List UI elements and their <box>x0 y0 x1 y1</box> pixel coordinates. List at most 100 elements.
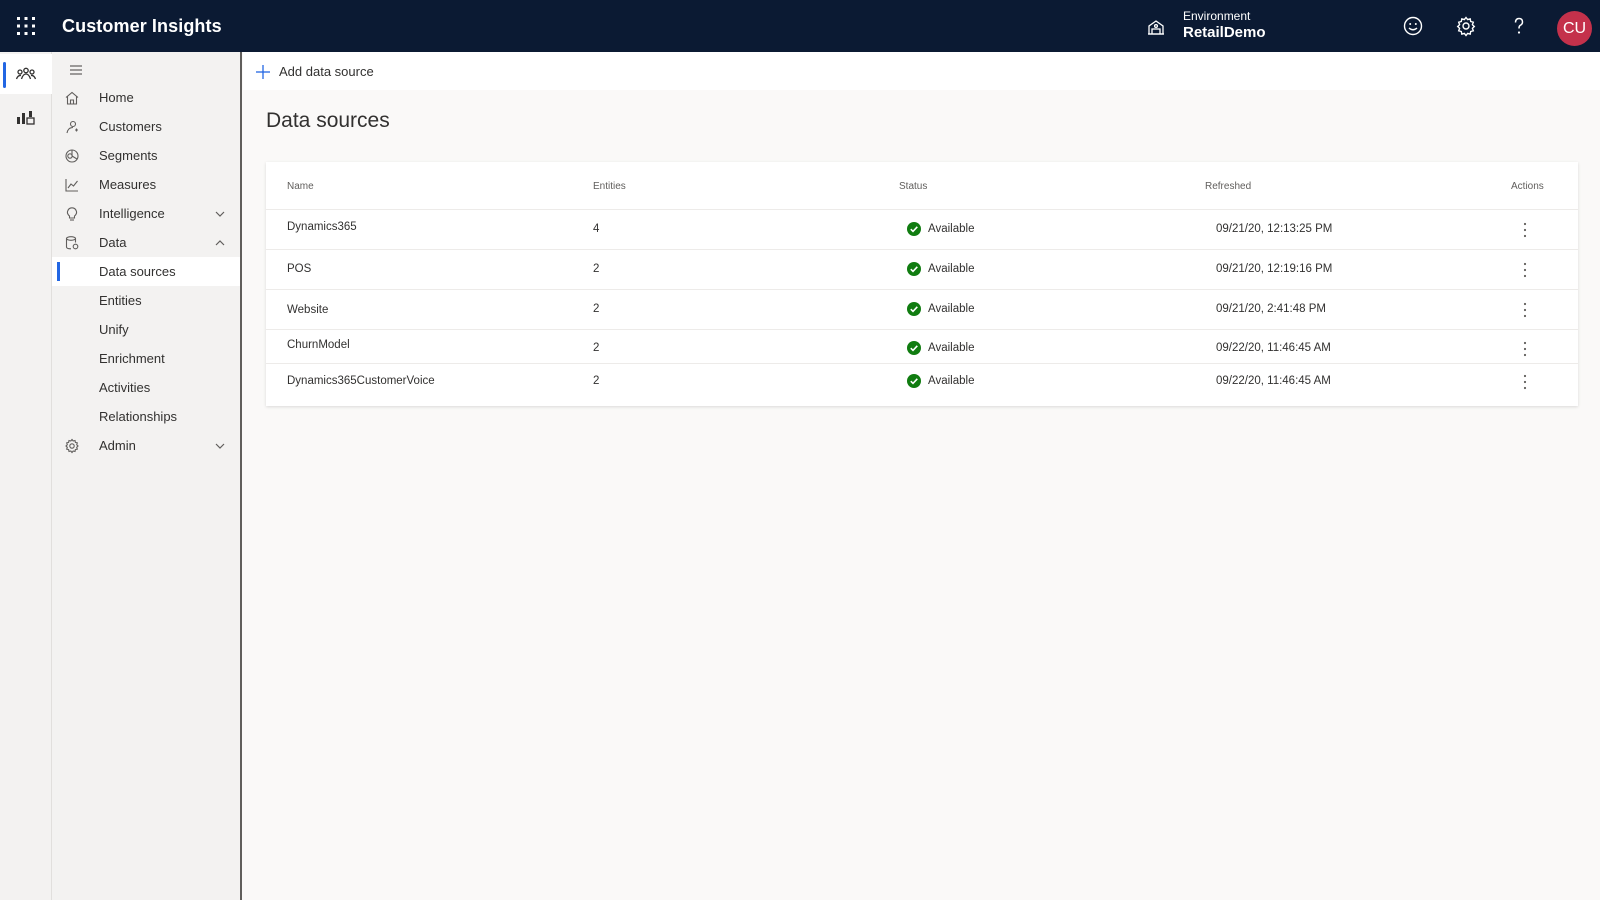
row-entities: 2 <box>593 303 600 315</box>
analytics-icon <box>17 111 35 125</box>
sidebar-item-admin[interactable]: Admin <box>52 431 240 460</box>
row-entities: 2 <box>593 375 600 387</box>
environment-switcher[interactable]: Environment RetailDemo <box>1183 9 1266 42</box>
row-refreshed: 09/21/20, 12:19:16 PM <box>1216 263 1333 275</box>
sidebar-item-label: Segments <box>99 148 158 163</box>
rail-item-audience-insights[interactable] <box>0 54 52 94</box>
table-row[interactable]: ChurnModel 2 Available 09/22/20, 11:46:4… <box>266 329 1578 363</box>
sidebar-item-home[interactable]: Home <box>52 83 240 112</box>
segments-icon <box>65 149 79 163</box>
more-actions-icon[interactable] <box>1519 340 1531 358</box>
check-circle-icon <box>907 262 921 276</box>
row-name[interactable]: Dynamics365 <box>287 221 357 233</box>
row-entities: 4 <box>593 223 600 235</box>
status-text: Available <box>928 303 975 315</box>
column-header-refreshed[interactable]: Refreshed <box>1205 181 1251 192</box>
app-frame: Customer Insights Environment RetailDemo <box>0 0 1600 900</box>
app-rail <box>0 52 52 900</box>
status-text: Available <box>928 223 975 235</box>
column-header-status[interactable]: Status <box>899 181 927 192</box>
sidebar-item-label: Data <box>99 235 127 250</box>
check-circle-icon <box>907 222 921 236</box>
sidebar-item-data-sources[interactable]: Data sources <box>52 257 240 286</box>
environment-icon <box>1148 20 1164 35</box>
sidebar-item-label: Intelligence <box>99 206 165 221</box>
customers-icon <box>66 120 78 134</box>
sidebar-item-label: Home <box>99 90 134 105</box>
sidebar-item-label: Data sources <box>99 264 176 279</box>
check-circle-icon <box>907 374 921 388</box>
chevron-down-icon <box>215 443 225 449</box>
sidebar-item-label: Admin <box>99 438 136 453</box>
sidebar-item-label: Measures <box>99 177 157 192</box>
status-text: Available <box>928 375 975 387</box>
sidebar-item-relationships[interactable]: Relationships <box>52 402 240 431</box>
sidebar-item-activities[interactable]: Activities <box>52 373 240 402</box>
sidebar-item-label: Activities <box>99 380 151 395</box>
table-row[interactable]: Dynamics365 4 Available 09/21/20, 12:13:… <box>266 209 1578 249</box>
status-text: Available <box>928 342 975 354</box>
sidebar-item-label: Customers <box>99 119 162 134</box>
row-name[interactable]: POS <box>287 263 311 275</box>
more-actions-icon[interactable] <box>1519 373 1531 391</box>
data-sources-table: Name Entities Status Refreshed Actions D… <box>266 162 1578 406</box>
sidebar-item-measures[interactable]: Measures <box>52 170 240 199</box>
app-launcher-icon[interactable] <box>14 14 38 38</box>
hamburger-icon[interactable] <box>64 58 88 82</box>
sidebar-item-label: Enrichment <box>99 351 165 366</box>
column-header-name[interactable]: Name <box>287 181 314 192</box>
table-row[interactable]: Website 2 Available 09/21/20, 2:41:48 PM <box>266 289 1578 329</box>
sidebar-item-segments[interactable]: Segments <box>52 141 240 170</box>
sidebar-item-label: Entities <box>99 293 142 308</box>
table-row[interactable]: POS 2 Available 09/21/20, 12:19:16 PM <box>266 249 1578 289</box>
row-refreshed: 09/22/20, 11:46:45 AM <box>1216 375 1331 387</box>
rail-item-engagement-insights[interactable] <box>0 98 52 138</box>
add-data-source-label: Add data source <box>279 64 374 79</box>
environment-label: Environment <box>1183 9 1251 23</box>
app-title: Customer Insights <box>62 16 222 36</box>
sidebar-item-enrichment[interactable]: Enrichment <box>52 344 240 373</box>
add-icon <box>256 65 270 79</box>
smiley-icon[interactable] <box>1402 15 1424 37</box>
gear-icon[interactable] <box>1455 15 1477 37</box>
row-refreshed: 09/21/20, 2:41:48 PM <box>1216 303 1326 315</box>
chevron-down-icon <box>215 211 225 217</box>
home-icon <box>65 91 79 105</box>
more-actions-icon[interactable] <box>1519 261 1531 279</box>
gear-icon <box>65 438 79 454</box>
chevron-up-icon <box>215 240 225 246</box>
status-text: Available <box>928 263 975 275</box>
question-icon[interactable] <box>1508 15 1530 37</box>
sidebar-item-data[interactable]: Data <box>52 228 240 257</box>
command-bar: Add data source <box>243 52 1600 90</box>
row-name[interactable]: Website <box>287 304 328 316</box>
column-header-actions: Actions <box>1511 181 1544 192</box>
more-actions-icon[interactable] <box>1519 301 1531 319</box>
table-row[interactable]: Dynamics365CustomerVoice 2 Available 09/… <box>266 363 1578 406</box>
page-title: Data sources <box>266 109 390 132</box>
avatar[interactable]: CU <box>1557 11 1592 46</box>
sidebar: Home Customers Segments Measures Intelli… <box>52 52 242 900</box>
database-icon <box>65 236 79 250</box>
sidebar-item-intelligence[interactable]: Intelligence <box>52 199 240 228</box>
sidebar-item-unify[interactable]: Unify <box>52 315 240 344</box>
row-refreshed: 09/21/20, 12:13:25 PM <box>1216 223 1333 235</box>
people-icon <box>15 67 37 80</box>
lightbulb-icon <box>66 207 78 221</box>
measures-icon <box>65 179 78 192</box>
environment-name: RetailDemo <box>1183 24 1266 41</box>
sidebar-item-label: Unify <box>99 322 129 337</box>
row-name[interactable]: Dynamics365CustomerVoice <box>287 375 435 387</box>
row-entities: 2 <box>593 342 600 354</box>
column-header-entities[interactable]: Entities <box>593 181 626 192</box>
row-refreshed: 09/22/20, 11:46:45 AM <box>1216 342 1331 354</box>
top-bar: Customer Insights Environment RetailDemo <box>0 0 1600 52</box>
check-circle-icon <box>907 341 921 355</box>
check-circle-icon <box>907 302 921 316</box>
sidebar-item-customers[interactable]: Customers <box>52 112 240 141</box>
more-actions-icon[interactable] <box>1519 221 1531 239</box>
sidebar-item-label: Relationships <box>99 409 178 424</box>
row-entities: 2 <box>593 263 600 275</box>
sidebar-item-entities[interactable]: Entities <box>52 286 240 315</box>
row-name[interactable]: ChurnModel <box>287 339 350 351</box>
